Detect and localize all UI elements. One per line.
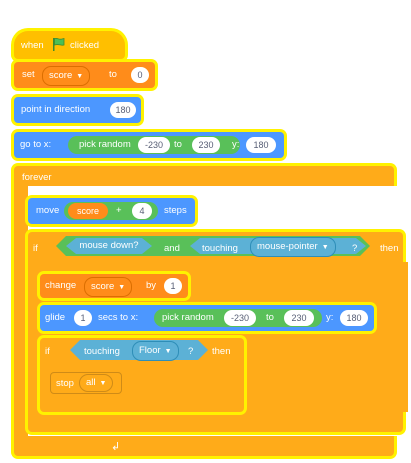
loop-arrow-icon: ↲ <box>111 441 121 453</box>
if-label-1: if <box>33 243 38 254</box>
when-label: when <box>21 40 44 51</box>
to-label: to <box>109 69 117 80</box>
stop-option-dropdown[interactable]: all ▼ <box>79 374 114 392</box>
stop-option-value: all <box>86 377 96 388</box>
question-mark-1: ? <box>352 243 358 254</box>
dropdown-arrow-icon: ▼ <box>99 380 107 387</box>
goto-label: go to x: <box>20 139 52 150</box>
variable-dropdown-value: score <box>49 70 73 81</box>
touching-target-dropdown-2[interactable]: Floor ▼ <box>132 341 179 361</box>
by-label: by <box>146 280 157 291</box>
mouse-down-label: mouse down? <box>79 240 139 251</box>
change-variable-block[interactable]: change score ▼ by 1 <box>40 274 188 298</box>
then-label-2: then <box>212 346 231 357</box>
y-label: y: <box>232 139 240 150</box>
add-value-input[interactable]: 4 <box>132 203 152 219</box>
stop-label: stop <box>56 378 74 389</box>
glide-y-input[interactable]: 180 <box>340 310 368 326</box>
steps-label: steps <box>164 205 187 216</box>
dropdown-arrow-icon: ▼ <box>76 73 84 80</box>
change-value-input[interactable]: 1 <box>164 278 182 294</box>
glide-secs-input[interactable]: 1 <box>74 310 92 326</box>
y-input[interactable]: 180 <box>246 137 276 153</box>
variable-dropdown[interactable]: score ▼ <box>42 66 91 86</box>
change-label: change <box>45 280 77 291</box>
move-steps-block[interactable]: move score + 4 steps <box>28 198 195 224</box>
score-reporter[interactable]: score <box>68 203 108 219</box>
set-value-input[interactable]: 0 <box>131 67 149 83</box>
plus-label: + <box>116 205 122 216</box>
touching-label-1: touching <box>202 243 238 254</box>
point-in-direction-block[interactable]: point in direction 180 <box>14 97 141 123</box>
glide-label: glide <box>45 312 66 323</box>
move-label: move <box>36 205 60 216</box>
touching-target-value-2: Floor <box>139 345 161 356</box>
dropdown-arrow-icon: ▼ <box>321 244 329 251</box>
green-flag-icon <box>53 37 65 51</box>
random-to-input[interactable]: 230 <box>192 137 220 153</box>
question-mark-2: ? <box>188 346 194 357</box>
random-from-input[interactable]: -230 <box>138 137 170 153</box>
pick-random-label: pick random <box>79 139 131 150</box>
glide-y-label: y: <box>326 312 334 323</box>
set-label: set <box>22 69 35 80</box>
then-label-1: then <box>380 243 399 254</box>
point-label: point in direction <box>21 104 91 115</box>
touching-target-dropdown-1[interactable]: mouse-pointer ▼ <box>250 237 336 257</box>
secs-to-x-label: secs to x: <box>98 312 139 323</box>
stop-block[interactable]: stop all ▼ <box>50 372 122 394</box>
glide-block[interactable]: glide 1 secs to x: pick random -230 to 2… <box>40 305 374 331</box>
when-flag-clicked-block[interactable]: when clicked <box>14 31 125 59</box>
dropdown-arrow-icon: ▼ <box>118 284 126 291</box>
random-to-label: to <box>174 139 182 150</box>
touching-target-value-1: mouse-pointer <box>257 241 318 252</box>
go-to-xy-block[interactable]: go to x: pick random -230 to 230 y: 180 <box>14 132 284 158</box>
and-label: and <box>164 243 180 254</box>
dropdown-arrow-icon: ▼ <box>164 348 172 355</box>
if-label-2: if <box>45 346 50 357</box>
clicked-label: clicked <box>70 40 100 51</box>
glide-random-to-label: to <box>266 312 274 323</box>
change-variable-value: score <box>91 281 115 292</box>
glide-random-from-input[interactable]: -230 <box>224 310 256 326</box>
glide-pick-random-label: pick random <box>162 312 214 323</box>
set-variable-block[interactable]: set score ▼ to 0 <box>14 62 155 88</box>
change-variable-dropdown[interactable]: score ▼ <box>84 277 133 297</box>
touching-label-2: touching <box>84 346 120 357</box>
forever-label: forever <box>22 172 52 183</box>
glide-random-to-input[interactable]: 230 <box>284 310 314 326</box>
mouse-down-sensing[interactable]: mouse down? <box>66 238 152 254</box>
direction-input[interactable]: 180 <box>110 102 136 118</box>
